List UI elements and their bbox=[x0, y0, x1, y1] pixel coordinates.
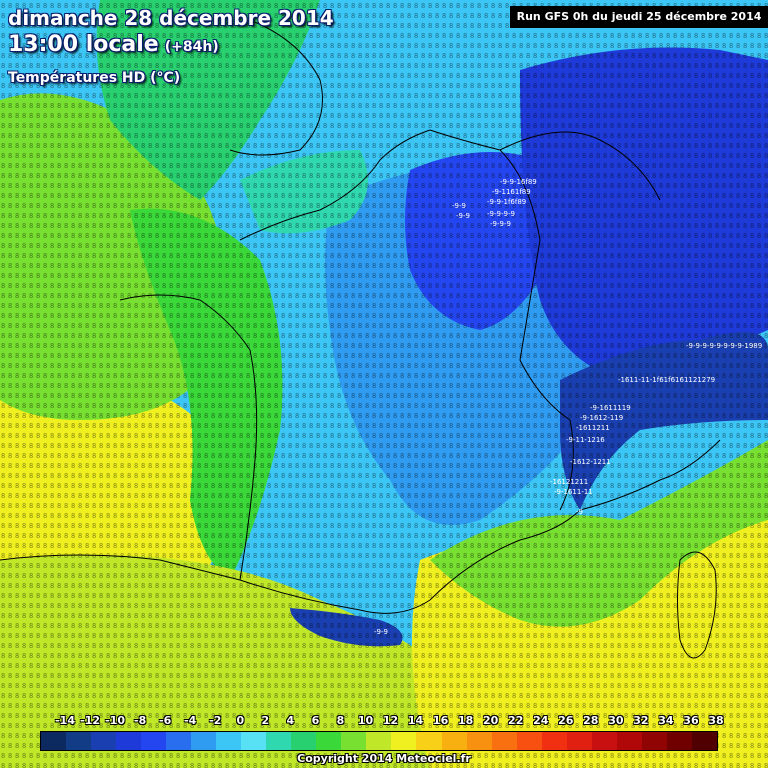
cold-label: -9-9 bbox=[374, 628, 388, 636]
scale-swatch bbox=[116, 732, 142, 750]
scale-swatch bbox=[566, 732, 592, 750]
scale-swatch bbox=[441, 732, 467, 750]
run-info: Run GFS 0h du jeudi 25 décembre 2014 bbox=[510, 6, 768, 28]
cold-label: -9-9-9 bbox=[490, 220, 511, 228]
scale-swatch bbox=[91, 732, 117, 750]
temperature-map: 8 8 bbox=[0, 0, 768, 768]
scale-swatch bbox=[616, 732, 642, 750]
cold-label: -9-1612-119 bbox=[580, 414, 623, 422]
scale-swatch bbox=[291, 732, 317, 750]
scale-swatch bbox=[416, 732, 442, 750]
cold-label: -9-9-9-9-9-9-9-9-1989 bbox=[686, 342, 762, 350]
scale-swatch bbox=[191, 732, 217, 750]
scale-swatch bbox=[491, 732, 517, 750]
color-scale bbox=[40, 731, 718, 751]
forecast-date: dimanche 28 décembre 2014 bbox=[8, 6, 334, 30]
scale-swatch bbox=[691, 732, 717, 750]
scale-label: 38 bbox=[708, 714, 724, 727]
scale-swatch bbox=[41, 732, 67, 750]
cold-label: -9-1611-11 bbox=[554, 488, 593, 496]
scale-swatch bbox=[516, 732, 542, 750]
cold-label: -9-9 bbox=[456, 212, 470, 220]
scale-swatch bbox=[241, 732, 267, 750]
cold-label: -9-11-1216 bbox=[566, 436, 605, 444]
legend-labels: -14 -12 -10 -8 -6 -4 -2 0 2 4 6 8 10 12 14 16 18 20 22 24 26… bbox=[40, 714, 724, 730]
scale-swatch bbox=[66, 732, 92, 750]
cold-label: -1611-11-1f61f6161121279 bbox=[618, 376, 715, 384]
cold-label: -9-9-16f89 bbox=[500, 178, 537, 186]
scale-swatch bbox=[666, 732, 692, 750]
cold-label: -9-1611119 bbox=[590, 404, 631, 412]
scale-swatch bbox=[216, 732, 242, 750]
scale-swatch bbox=[541, 732, 567, 750]
variable-label: Températures HD (°C) bbox=[8, 70, 181, 86]
cold-label: -16121211 bbox=[550, 478, 588, 486]
scale-swatch bbox=[341, 732, 367, 750]
scale-swatch bbox=[366, 732, 392, 750]
scale-swatch bbox=[391, 732, 417, 750]
cold-label: -9 bbox=[576, 508, 583, 516]
copyright: Copyright 2014 Meteociel.fr bbox=[297, 752, 471, 765]
scale-swatch bbox=[266, 732, 292, 750]
cold-label: -9-9-9-9 bbox=[487, 210, 515, 218]
weather-map-panel: 8 8 bbox=[0, 0, 768, 768]
cold-label: -9-9-1f6f89 bbox=[487, 198, 526, 206]
forecast-time: 13:00 locale (+84h) bbox=[8, 32, 219, 57]
cold-label: -9-9 bbox=[452, 202, 466, 210]
time-label: 13:00 locale bbox=[8, 32, 159, 57]
cold-label: -9-1161f89 bbox=[492, 188, 531, 196]
cold-label: -1611211 bbox=[576, 424, 610, 432]
cold-label: -1612-1211 bbox=[570, 458, 611, 466]
scale-swatch bbox=[641, 732, 667, 750]
scale-swatch bbox=[141, 732, 167, 750]
digit-texture bbox=[0, 0, 768, 768]
lead-time: (+84h) bbox=[164, 39, 219, 55]
scale-swatch bbox=[166, 732, 192, 750]
scale-swatch bbox=[591, 732, 617, 750]
scale-swatch bbox=[316, 732, 342, 750]
scale-swatch bbox=[466, 732, 492, 750]
